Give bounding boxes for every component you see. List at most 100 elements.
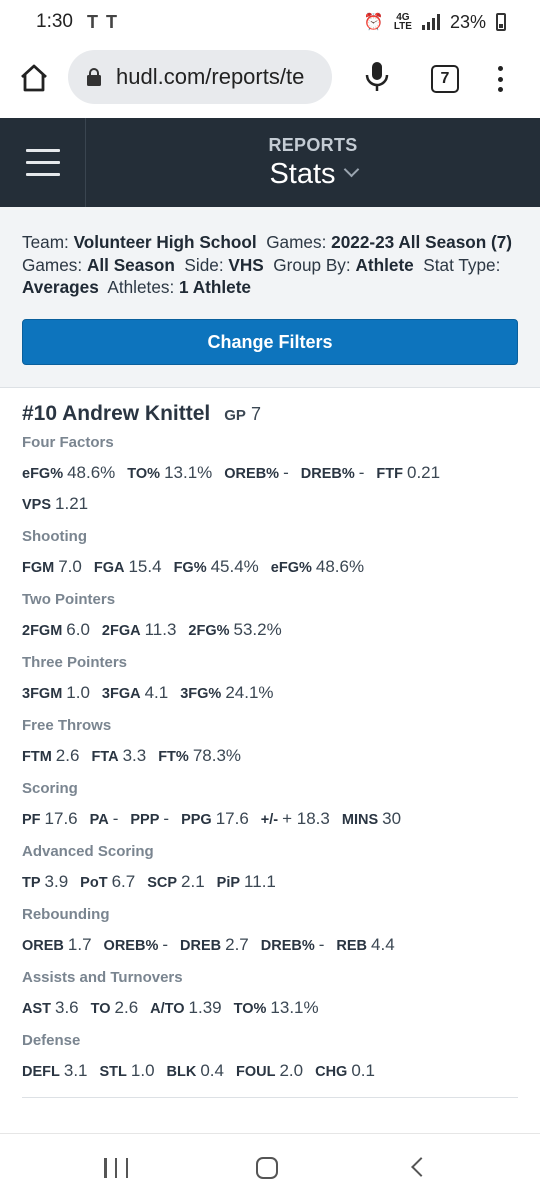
stat-value: 48.6%	[67, 463, 116, 482]
section-title: Shooting	[22, 528, 87, 545]
stat-key: eFG%	[270, 560, 312, 576]
stat-item: FGM 7.0	[22, 552, 82, 583]
stat-item: DREB 2.7	[180, 930, 249, 961]
stat-key: MINS	[341, 812, 379, 828]
section-title: Three Pointers	[22, 654, 128, 671]
system-nav-bar	[0, 1133, 540, 1200]
page-title-selector[interactable]: REPORTS Stats	[86, 118, 540, 207]
stat-item: DREB% -	[301, 458, 365, 489]
stat-item: TP 3.9	[22, 867, 68, 898]
stat-key: PoT	[80, 875, 108, 891]
stat-value: -	[112, 809, 119, 828]
stat-item: PiP 11.1	[217, 867, 276, 898]
stat-value: 6.0	[66, 620, 90, 639]
filter-label: Games:	[22, 254, 83, 275]
battery-percent: 23%	[449, 11, 486, 32]
stat-key: REB	[336, 938, 368, 954]
stat-value: 53.2%	[233, 620, 282, 639]
stat-key: TO	[90, 1001, 111, 1017]
home-icon[interactable]	[18, 62, 50, 94]
status-time: 1:30	[36, 11, 73, 32]
stat-item: AST 3.6	[22, 993, 79, 1024]
stat-item: BLK 0.4	[167, 1056, 224, 1087]
stat-value: 45.4%	[210, 557, 259, 576]
section-title: Free Throws	[22, 717, 112, 734]
section-title: Assists and Turnovers	[22, 969, 183, 986]
stat-value: 0.21	[406, 463, 441, 482]
stat-item: 2FGA 11.3	[102, 615, 177, 646]
stat-value: 1.21	[55, 494, 89, 513]
stat-key: BLK	[166, 1064, 197, 1080]
stat-item: OREB 1.7	[22, 930, 92, 961]
more-vert-icon[interactable]	[490, 64, 510, 94]
stat-key: DREB	[180, 938, 222, 954]
filter-games2-value: All Season	[86, 254, 175, 275]
filter-athletes-value: 1 Athlete	[179, 277, 251, 297]
stat-line: DEFL 3.1 STL 1.0 BLK 0.4 FOUL 2.0 CHG 0.1	[22, 1056, 518, 1087]
stat-value: 2.1	[181, 872, 205, 891]
stat-value: 1.7	[67, 935, 92, 954]
stat-key: STL	[99, 1064, 127, 1080]
status-right: ⏰ 4G LTE 23%	[364, 12, 506, 33]
stat-key: DEFL	[22, 1064, 60, 1080]
stat-item: VPS 1.21	[22, 489, 88, 520]
stat-key: 3FG%	[180, 686, 222, 702]
stat-key: FG%	[173, 560, 207, 576]
stat-key: FOUL	[235, 1064, 276, 1080]
stat-value: + 18.3	[282, 809, 330, 828]
stat-value: 1.39	[188, 998, 222, 1017]
url-text: hudl.com/reports/te	[116, 64, 305, 89]
section-title: Two Pointers	[22, 591, 116, 608]
stat-key: 2FGM	[22, 623, 63, 639]
change-filters-button[interactable]: Change Filters	[22, 319, 518, 365]
stat-item: DREB% -	[261, 930, 325, 961]
stat-value: 13.1%	[270, 998, 319, 1017]
nav-home-icon[interactable]	[256, 1157, 278, 1179]
tab-switcher-button[interactable]: 7	[431, 65, 459, 93]
stat-sections: Four Factors eFG% 48.6% TO% 13.1% OREB% - DREB%…	[22, 432, 518, 1087]
stat-value: 3.9	[44, 872, 69, 891]
back-icon[interactable]	[411, 1157, 431, 1177]
stat-item: eFG% 48.6%	[271, 552, 364, 583]
stat-key: VPS	[22, 497, 52, 513]
stat-value: 4.1	[144, 683, 169, 702]
stat-key: PPG	[181, 812, 212, 828]
stat-item: eFG% 48.6%	[22, 458, 115, 489]
stat-key: PPP	[130, 812, 160, 828]
stat-value: 3.6	[55, 998, 79, 1017]
section-title: Advanced Scoring	[22, 843, 154, 860]
stat-line: 2FGM 6.0 2FGA 11.3 2FG% 53.2%	[22, 615, 518, 646]
stat-value: 48.6%	[315, 557, 365, 576]
page-title: Stats	[269, 158, 336, 190]
stat-item: SCP 2.1	[147, 867, 204, 898]
stat-value: 1.0	[130, 1061, 155, 1080]
stat-value: 2.7	[225, 935, 249, 954]
stat-key: OREB	[22, 938, 64, 954]
hamburger-icon[interactable]	[0, 118, 86, 207]
stat-key: 3FGM	[22, 686, 63, 702]
browser-toolbar: hudl.com/reports/te 7	[0, 44, 540, 118]
filter-group-value: Athlete	[355, 254, 414, 275]
battery-icon	[496, 13, 506, 31]
stat-line: AST 3.6 TO 2.6 A/TO 1.39 TO% 13.1%	[22, 993, 518, 1024]
chevron-down-icon	[343, 161, 359, 178]
recent-apps-icon[interactable]	[104, 1158, 128, 1178]
stat-item: FTA 3.3	[91, 741, 146, 772]
stat-item: 3FGA 4.1	[102, 678, 168, 709]
stat-item: FTF 0.21	[376, 458, 440, 489]
athlete-name: #10 Andrew Knittel	[22, 402, 211, 425]
stat-value: -	[318, 935, 325, 954]
stat-value: 15.4	[128, 557, 162, 576]
stat-item: REB 4.4	[336, 930, 394, 961]
stat-key: FTF	[376, 466, 403, 482]
stat-value: 0.4	[200, 1061, 224, 1080]
stat-value: 4.4	[371, 935, 395, 954]
alarm-icon: ⏰	[363, 14, 384, 31]
stat-key: TP	[22, 875, 41, 891]
network-type-icon: 4G LTE	[393, 12, 412, 32]
mic-icon[interactable]	[364, 60, 390, 94]
stat-value: 11.1	[244, 872, 276, 891]
filter-games-value: 2022-23 All Season (7)	[331, 232, 513, 252]
stat-item: PoT 6.7	[80, 867, 135, 898]
address-bar[interactable]: hudl.com/reports/te	[68, 50, 332, 104]
